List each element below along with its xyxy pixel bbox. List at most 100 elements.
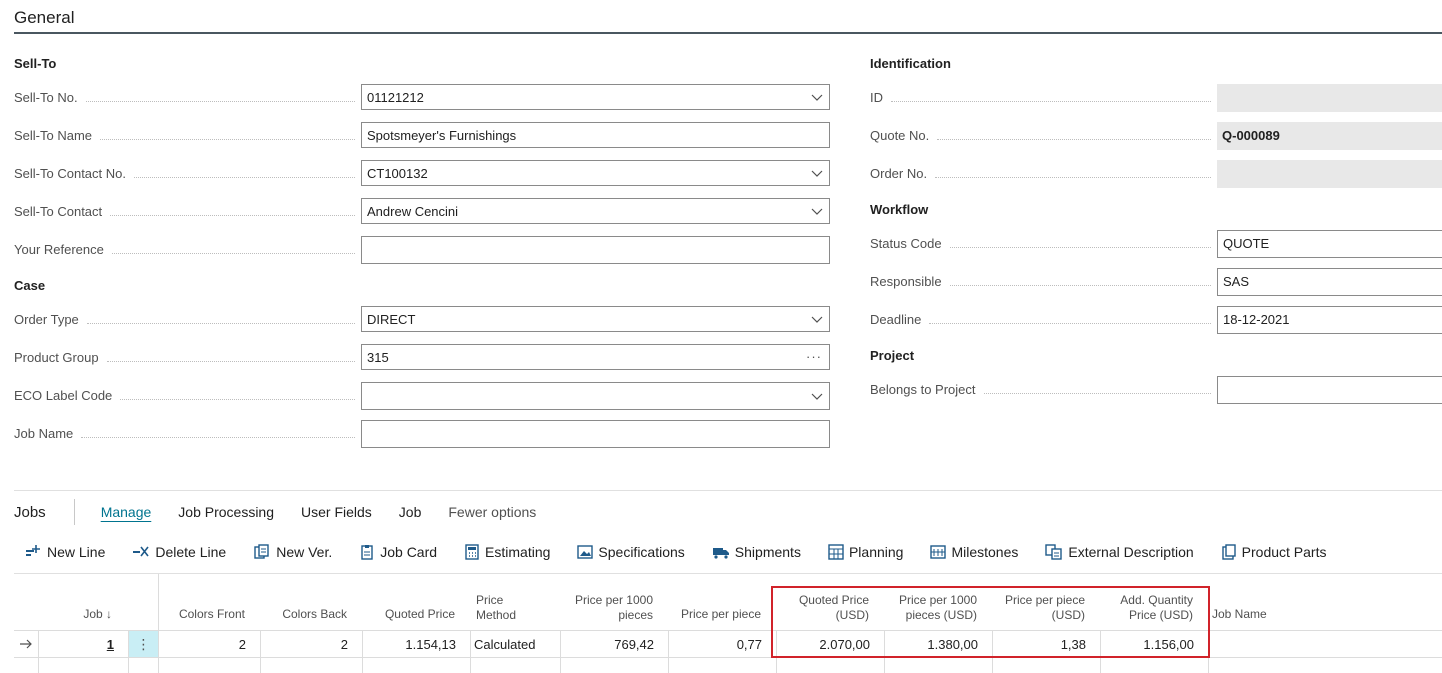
product-group-field[interactable]: 315 ··· (361, 344, 830, 370)
specifications-icon (577, 545, 594, 559)
lookup-ellipsis-icon[interactable]: ··· (806, 344, 822, 370)
new-version-icon (254, 544, 269, 559)
new-line-button[interactable]: New Line (24, 544, 105, 560)
job-name-field[interactable] (361, 420, 830, 448)
order-type-field[interactable]: DIRECT (361, 306, 830, 332)
chevron-down-icon[interactable] (811, 313, 823, 325)
col-header-job-name[interactable]: Job Name (1212, 607, 1312, 622)
cell-price-per-piece[interactable]: 0,77 (670, 632, 762, 658)
fewer-options-button[interactable]: Fewer options (448, 504, 536, 520)
delete-line-icon (133, 546, 150, 557)
cell-colors-front[interactable]: 2 (160, 632, 246, 658)
usd-columns-highlight (771, 586, 1210, 658)
row-divider (14, 630, 1442, 631)
job-number-link[interactable]: 1 (40, 632, 114, 658)
status-code-label: Status Code (870, 230, 1215, 258)
chevron-down-icon[interactable] (811, 167, 823, 179)
col-separator (470, 630, 471, 673)
order-no-label: Order No. (870, 160, 1215, 188)
section-divider (14, 32, 1442, 34)
col-separator (158, 574, 159, 673)
cell-price-per-1000[interactable]: 769,42 (562, 632, 654, 658)
col-separator (668, 630, 669, 673)
order-type-label: Order Type (14, 306, 359, 334)
product-parts-button[interactable]: Product Parts (1221, 544, 1326, 560)
truck-icon (712, 548, 729, 559)
col-header-colors-back[interactable]: Colors Back (262, 607, 347, 622)
row-indicator-arrow-icon (18, 636, 34, 652)
sell-to-contact-field[interactable]: Andrew Cencini (361, 198, 830, 224)
responsible-label: Responsible (870, 268, 1215, 296)
external-description-button[interactable]: External Description (1045, 544, 1194, 560)
product-group-label: Product Group (14, 344, 359, 372)
col-header-price-method[interactable]: Price Method (476, 593, 556, 623)
sell-to-name-field[interactable]: Spotsmeyer's Furnishings (361, 122, 830, 148)
job-card-icon (361, 545, 373, 560)
id-field (1217, 84, 1442, 112)
sell-to-contact-no-label: Sell-To Contact No. (14, 160, 359, 188)
specifications-button[interactable]: Specifications (577, 544, 685, 560)
chevron-down-icon[interactable] (811, 390, 823, 402)
sell-to-no-label: Sell-To No. (14, 84, 359, 112)
jobs-tabbar: Jobs Manage Job Processing User Fields J… (14, 499, 563, 525)
tab-user-fields[interactable]: User Fields (301, 504, 372, 520)
id-label: ID (870, 84, 1215, 112)
planning-button[interactable]: Planning (828, 544, 903, 560)
col-header-job[interactable]: Job ↓ (40, 607, 112, 622)
new-line-icon (26, 545, 40, 556)
group-workflow: Workflow (870, 202, 929, 217)
milestones-button[interactable]: Milestones (930, 544, 1018, 560)
eco-label-code-label: ECO Label Code (14, 382, 359, 410)
order-no-field (1217, 160, 1442, 188)
belongs-to-project-field[interactable] (1217, 376, 1442, 404)
deadline-field[interactable]: 18-12-2021 (1217, 306, 1442, 334)
belongs-to-project-label: Belongs to Project (870, 376, 1215, 404)
quote-no-label: Quote No. (870, 122, 1215, 150)
responsible-field[interactable]: SAS (1217, 268, 1442, 296)
your-reference-field[interactable] (361, 236, 830, 264)
cell-quoted-price[interactable]: 1.154,13 (364, 632, 456, 658)
jobs-title[interactable]: Jobs (14, 504, 46, 521)
col-header-price-per-1000[interactable]: Price per 1000 pieces (562, 593, 653, 623)
tab-job-processing[interactable]: Job Processing (178, 504, 274, 520)
section-title-general[interactable]: General (14, 8, 74, 28)
sell-to-contact-no-field[interactable]: CT100132 (361, 160, 830, 186)
sell-to-no-field[interactable]: 01121212 (361, 84, 830, 110)
cell-price-method[interactable]: Calculated (474, 632, 558, 658)
product-parts-icon (1221, 544, 1236, 560)
new-version-button[interactable]: New Ver. (253, 544, 332, 560)
quote-no-field: Q-000089 (1217, 122, 1442, 150)
chevron-down-icon[interactable] (811, 91, 823, 103)
job-name-label: Job Name (14, 420, 359, 448)
estimating-button[interactable]: Estimating (464, 544, 550, 560)
shipments-button[interactable]: Shipments (712, 544, 801, 560)
calculator-icon (465, 544, 479, 560)
planning-icon (828, 544, 844, 560)
external-description-icon (1045, 544, 1063, 560)
chevron-down-icon[interactable] (811, 205, 823, 217)
tab-manage[interactable]: Manage (101, 504, 152, 520)
col-separator (38, 630, 39, 673)
your-reference-label: Your Reference (14, 236, 359, 264)
row-actions-more-icon[interactable]: ⋮ (129, 631, 158, 657)
sell-to-contact-label: Sell-To Contact (14, 198, 359, 226)
jobs-divider (14, 490, 1442, 491)
tab-job[interactable]: Job (399, 504, 422, 520)
job-card-button[interactable]: Job Card (359, 544, 437, 560)
group-case: Case (14, 278, 46, 293)
col-separator (260, 630, 261, 673)
deadline-label: Deadline (870, 306, 1215, 334)
tab-separator (73, 499, 75, 525)
delete-line-button[interactable]: Delete Line (132, 544, 226, 560)
status-code-field[interactable]: QUOTE (1217, 230, 1442, 258)
col-separator (560, 630, 561, 673)
sell-to-name-label: Sell-To Name (14, 122, 359, 150)
col-header-quoted-price[interactable]: Quoted Price (364, 607, 455, 622)
col-header-price-per-piece[interactable]: Price per piece (670, 607, 761, 622)
cell-colors-back[interactable]: 2 (262, 632, 348, 658)
col-header-colors-front[interactable]: Colors Front (160, 607, 245, 622)
jobs-action-bar: New Line Delete Line New Ver. Job Card E… (24, 541, 1353, 563)
eco-label-code-field[interactable] (361, 382, 830, 410)
col-separator (362, 630, 363, 673)
cell-job-name[interactable] (1212, 632, 1412, 658)
